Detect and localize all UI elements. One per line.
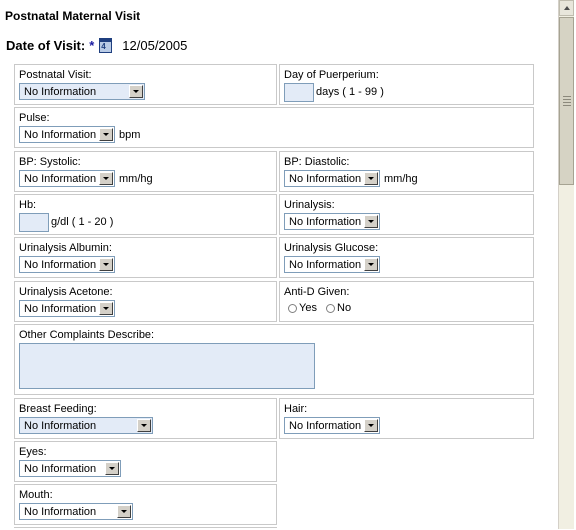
date-of-visit-row: Date of Visit: * 4 12/05/2005 xyxy=(6,38,187,53)
mouth-cell: Mouth: No Information xyxy=(14,484,277,525)
anti-d-given-options: Yes No xyxy=(288,302,351,314)
pulse-label: Pulse: xyxy=(19,112,50,124)
radio-no[interactable] xyxy=(326,303,336,313)
urinalysis-value: No Information xyxy=(289,216,362,228)
urinalysis-acetone-label: Urinalysis Acetone: xyxy=(19,286,113,298)
bp-diastolic-value: No Information xyxy=(289,173,362,185)
other-complaints-textarea[interactable] xyxy=(19,343,315,389)
postnatal-visit-value: No Information xyxy=(24,86,97,98)
radio-no-label: No xyxy=(337,302,352,314)
scroll-up-icon[interactable] xyxy=(559,0,574,16)
urinalysis-glucose-label: Urinalysis Glucose: xyxy=(284,242,379,254)
urinalysis-acetone-value: No Information xyxy=(24,303,97,315)
page-title: Postnatal Maternal Visit xyxy=(0,9,140,23)
anti-d-given-cell: Anti-D Given: Yes No xyxy=(279,281,534,322)
mouth-label: Mouth: xyxy=(19,489,53,501)
urinalysis-glucose-cell: Urinalysis Glucose: No Information xyxy=(279,237,534,278)
urinalysis-select[interactable]: No Information xyxy=(284,213,380,230)
bp-diastolic-cell: BP: Diastolic: No Information mm/hg xyxy=(279,151,534,192)
urinalysis-glucose-value: No Information xyxy=(289,259,362,271)
urinalysis-albumin-select[interactable]: No Information xyxy=(19,256,115,273)
bp-diastolic-label: BP: Diastolic: xyxy=(284,156,350,168)
chevron-down-icon[interactable] xyxy=(99,172,113,185)
urinalysis-albumin-label: Urinalysis Albumin: xyxy=(19,242,112,254)
urinalysis-albumin-cell: Urinalysis Albumin: No Information xyxy=(14,237,277,278)
anti-d-given-label: Anti-D Given: xyxy=(284,286,350,298)
urinalysis-cell: Urinalysis: No Information xyxy=(279,194,534,235)
calendar-icon[interactable]: 4 xyxy=(99,38,113,53)
other-complaints-label: Other Complaints Describe: xyxy=(19,329,155,341)
mouth-select[interactable]: No Information xyxy=(19,503,133,520)
hair-select[interactable]: No Information xyxy=(284,417,380,434)
breast-feeding-label: Breast Feeding: xyxy=(19,403,97,415)
calendar-icon-digit: 4 xyxy=(101,42,106,51)
hair-cell: Hair: No Information xyxy=(279,398,534,439)
urinalysis-albumin-value: No Information xyxy=(24,259,97,271)
scrollbar-thumb[interactable] xyxy=(559,17,574,185)
hair-label: Hair: xyxy=(284,403,308,415)
eyes-value: No Information xyxy=(24,463,97,475)
chevron-down-icon[interactable] xyxy=(364,215,378,228)
bp-systolic-cell: BP: Systolic: No Information mm/hg xyxy=(14,151,277,192)
chevron-down-icon[interactable] xyxy=(364,172,378,185)
vertical-scrollbar[interactable] xyxy=(558,0,574,529)
hb-cell: Hb: g/dl ( 1 - 20 ) xyxy=(14,194,277,235)
hair-value: No Information xyxy=(289,420,362,432)
day-of-puerperium-cell: Day of Puerperium: days ( 1 - 99 ) xyxy=(279,64,534,105)
bp-systolic-unit: mm/hg xyxy=(119,173,153,185)
breast-feeding-cell: Breast Feeding: No Information xyxy=(14,398,277,439)
date-of-visit-label: Date of Visit: xyxy=(6,38,86,53)
hb-input[interactable] xyxy=(19,213,49,232)
hb-unit: g/dl ( 1 - 20 ) xyxy=(51,216,114,228)
day-of-puerperium-unit: days ( 1 - 99 ) xyxy=(316,86,384,98)
urinalysis-acetone-select[interactable]: No Information xyxy=(19,300,115,317)
hb-label: Hb: xyxy=(19,199,37,211)
date-of-visit-value: 12/05/2005 xyxy=(122,38,188,53)
pulse-select[interactable]: No Information xyxy=(19,126,115,143)
day-of-puerperium-label: Day of Puerperium: xyxy=(284,69,379,81)
chevron-down-icon[interactable] xyxy=(99,128,113,141)
required-marker: * xyxy=(89,38,95,53)
eyes-cell: Eyes: No Information xyxy=(14,441,277,482)
urinalysis-glucose-select[interactable]: No Information xyxy=(284,256,380,273)
chevron-down-icon[interactable] xyxy=(137,419,151,432)
postnatal-visit-select[interactable]: No Information xyxy=(19,83,145,100)
breast-feeding-value: No Information xyxy=(24,420,97,432)
postnatal-visit-label: Postnatal Visit: xyxy=(19,69,92,81)
postnatal-visit-cell: Postnatal Visit: No Information xyxy=(14,64,277,105)
urinalysis-acetone-cell: Urinalysis Acetone: No Information xyxy=(14,281,277,322)
chevron-down-icon[interactable] xyxy=(105,462,119,475)
bp-diastolic-select[interactable]: No Information xyxy=(284,170,380,187)
pulse-value: No Information xyxy=(24,129,97,141)
radio-yes-label: Yes xyxy=(299,302,317,314)
bp-diastolic-unit: mm/hg xyxy=(384,173,418,185)
breast-feeding-select[interactable]: No Information xyxy=(19,417,153,434)
eyes-select[interactable]: No Information xyxy=(19,460,121,477)
mouth-value: No Information xyxy=(24,506,97,518)
urinalysis-label: Urinalysis: xyxy=(284,199,335,211)
bp-systolic-value: No Information xyxy=(24,173,97,185)
chevron-down-icon[interactable] xyxy=(364,419,378,432)
pulse-cell: Pulse: No Information bpm xyxy=(14,107,534,148)
chevron-down-icon[interactable] xyxy=(117,505,131,518)
chevron-down-icon[interactable] xyxy=(99,258,113,271)
day-of-puerperium-input[interactable] xyxy=(284,83,314,102)
chevron-down-icon[interactable] xyxy=(364,258,378,271)
bp-systolic-select[interactable]: No Information xyxy=(19,170,115,187)
chevron-down-icon[interactable] xyxy=(129,85,143,98)
chevron-down-icon[interactable] xyxy=(99,302,113,315)
other-complaints-cell: Other Complaints Describe: xyxy=(14,324,534,395)
page-title-text: Postnatal Maternal Visit xyxy=(5,9,141,23)
radio-yes[interactable] xyxy=(288,303,297,313)
eyes-label: Eyes: xyxy=(19,446,47,458)
bp-systolic-label: BP: Systolic: xyxy=(19,156,81,168)
pulse-unit: bpm xyxy=(119,129,141,141)
